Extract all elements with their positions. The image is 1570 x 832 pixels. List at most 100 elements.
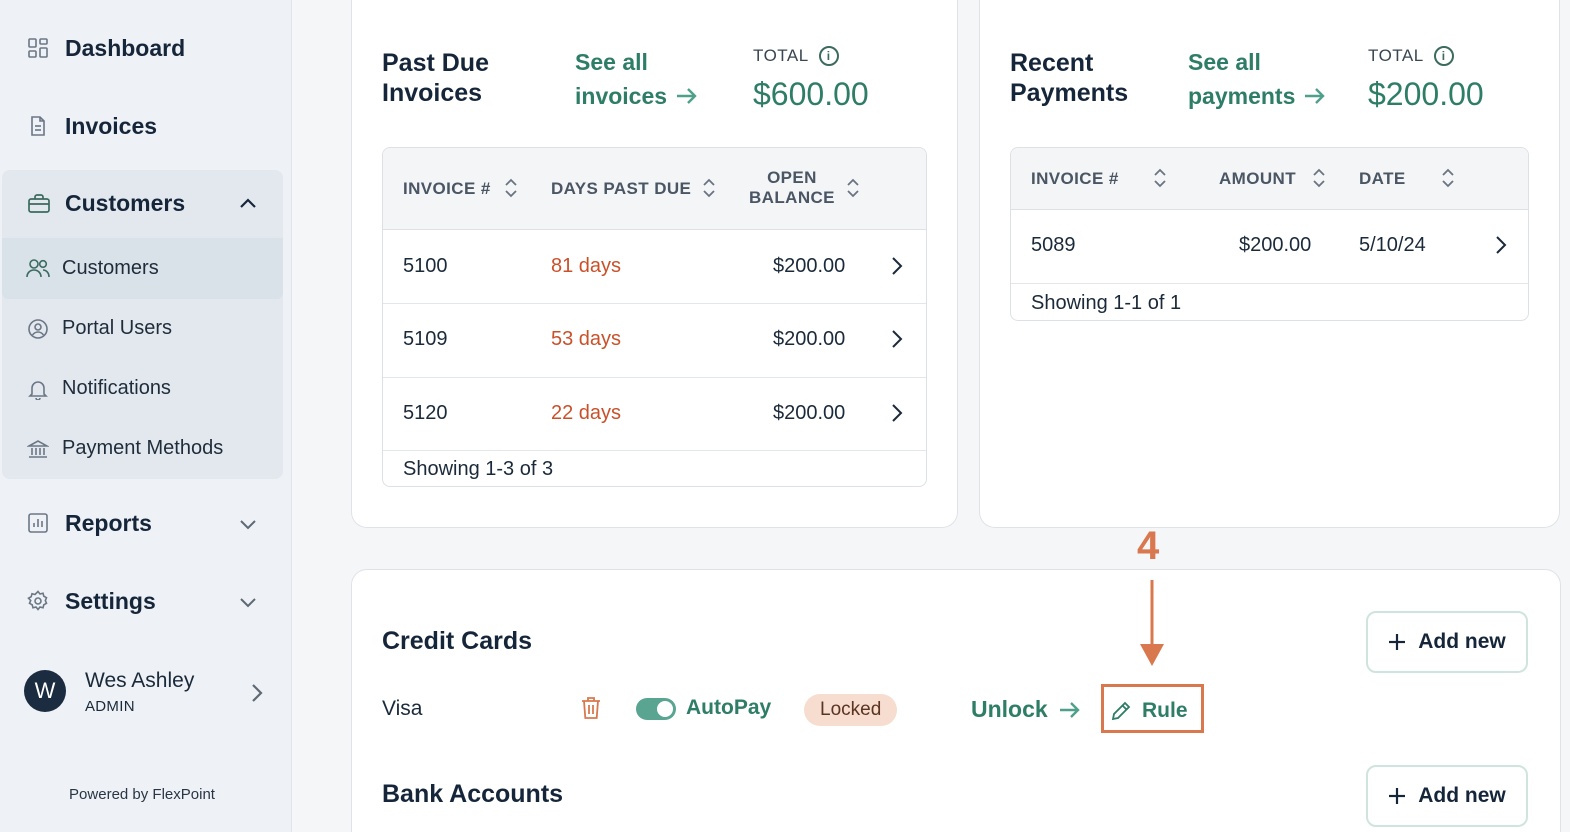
pagination-info: Showing 1-3 of 3 [403,458,554,480]
table-row[interactable]: 5120 22 days $200.00 [383,378,926,451]
card-title-line: Invoices [382,79,483,107]
bank-icon [25,438,51,460]
table-header: INVOICE # AMOUNT DATE [1011,148,1528,210]
chevron-right-icon [246,682,266,709]
chart-icon [27,512,49,534]
recent-payments-table: INVOICE # AMOUNT DATE 5089 $200.00 5/10/… [1010,147,1529,321]
credit-cards-title: Credit Cards [382,627,533,655]
arrow-right-icon [1059,701,1080,718]
plus-icon [1389,634,1406,650]
total-label: TOTAL i [753,46,839,66]
sidebar-item-label: Reports [65,510,152,536]
user-name: Wes Ashley [85,669,195,692]
table-row[interactable]: 5089 $200.00 5/10/24 [1011,210,1528,284]
chevron-right-icon[interactable] [1493,234,1509,261]
sidebar-item-label: Invoices [65,113,158,139]
chevron-up-icon[interactable] [236,192,260,221]
toggle-knob [657,701,673,717]
sort-icon[interactable] [1152,166,1168,195]
autopay-label: AutoPay [686,696,772,719]
status-badge: Locked [804,694,898,726]
unlock-label: Unlock [971,696,1048,722]
avatar: W [24,670,66,712]
sidebar-item-customers[interactable]: Customers [2,170,283,238]
past-due-table: INVOICE # DAYS PAST DUE OPEN BALANCE 510… [382,147,927,487]
chevron-right-icon[interactable] [889,328,905,355]
sidebar-subitem-label: Notifications [62,377,171,399]
annotation-highlight-box [1101,684,1204,733]
invoice-number: 5120 [403,402,448,424]
sort-icon[interactable] [503,176,519,205]
document-icon [27,115,49,137]
sidebar: Dashboard Invoices Customers Customers P… [0,0,292,832]
link-line: See all [575,49,648,75]
main-content: Past Due Invoices See all invoices TOTAL… [293,0,1570,832]
sidebar-subitem-portal-users[interactable]: Portal Users [2,301,283,357]
column-header-invoice[interactable]: INVOICE # [403,179,491,199]
user-profile[interactable]: W Wes Ashley ADMIN [24,669,274,716]
see-all-invoices-link[interactable]: See all invoices [575,45,699,113]
sidebar-item-label: Dashboard [65,35,186,61]
info-icon[interactable]: i [1433,46,1454,66]
user-circle-icon [27,318,49,340]
customers-group: Customers Customers Portal Users Notific… [2,170,283,479]
column-header-date[interactable]: DATE [1359,169,1406,189]
sidebar-item-label: Settings [65,588,156,614]
sidebar-subitem-label: Customers [62,257,159,279]
card-title-line: Payments [1010,79,1129,107]
sidebar-item-reports[interactable]: Reports [0,507,284,541]
link-line: invoices [575,83,668,109]
chevron-down-icon[interactable] [236,512,260,541]
see-all-payments-link[interactable]: See all payments [1188,45,1327,113]
button-label: Add new [1418,630,1506,653]
card-title: Past Due Invoices [382,48,489,108]
sidebar-subitem-label: Payment Methods [62,437,224,459]
invoice-number: 5109 [403,328,448,350]
unlock-link[interactable]: Unlock [971,696,1082,723]
sort-icon[interactable] [1440,166,1456,195]
add-bank-account-button[interactable]: Add new [1366,765,1528,827]
column-header-days[interactable]: DAYS PAST DUE [551,179,691,199]
link-line: payments [1188,83,1296,109]
column-header-open-balance[interactable]: OPEN BALANCE [749,168,835,208]
trash-icon[interactable] [580,696,602,725]
sort-icon[interactable] [701,176,717,205]
sidebar-item-invoices[interactable]: Invoices [0,110,284,144]
sidebar-subitem-customers[interactable]: Customers [2,238,283,299]
sidebar-subitem-payment-methods[interactable]: Payment Methods [2,421,283,477]
open-balance: $200.00 [773,255,846,277]
dashboard-icon [27,37,49,59]
payment-amount: $200.00 [1239,234,1312,256]
table-row[interactable]: 5109 53 days $200.00 [383,304,926,378]
sidebar-item-label: Customers [65,190,186,216]
users-icon [25,256,51,285]
days-past-due: 53 days [551,328,622,350]
total-label: TOTAL i [1368,46,1454,66]
open-balance: $200.00 [773,402,846,424]
sidebar-item-settings[interactable]: Settings [0,585,284,619]
invoice-number: 5089 [1031,234,1076,256]
sort-icon[interactable] [845,176,861,205]
user-role: ADMIN [85,698,135,715]
table-row[interactable]: 5100 81 days $200.00 [383,230,926,304]
column-header-line: BALANCE [749,188,835,207]
arrow-right-icon [677,88,697,104]
chevron-down-icon[interactable] [236,590,260,619]
column-header-amount[interactable]: AMOUNT [1219,169,1296,189]
card-name: Visa [382,697,423,720]
chevron-right-icon[interactable] [889,402,905,429]
chevron-right-icon[interactable] [889,255,905,282]
sidebar-item-dashboard[interactable]: Dashboard [0,32,284,66]
sort-icon[interactable] [1311,166,1327,195]
table-header: INVOICE # DAYS PAST DUE OPEN BALANCE [383,148,926,230]
autopay-toggle[interactable] [636,698,676,720]
info-icon[interactable]: i [818,46,839,66]
card-title-line: Recent [1010,49,1094,77]
column-header-invoice[interactable]: INVOICE # [1031,169,1119,189]
bank-accounts-title: Bank Accounts [382,780,564,808]
plus-icon [1389,788,1406,804]
sidebar-subitem-notifications[interactable]: Notifications [2,361,283,417]
add-credit-card-button[interactable]: Add new [1366,611,1528,673]
payment-date: 5/10/24 [1359,234,1426,256]
days-past-due: 81 days [551,255,622,277]
